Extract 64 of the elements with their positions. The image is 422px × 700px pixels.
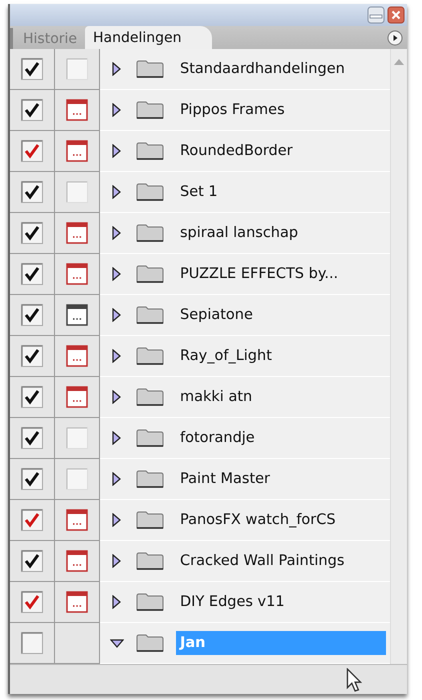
dialog-icon[interactable] [66, 550, 88, 572]
toggle-checkbox[interactable] [21, 386, 43, 408]
action-set-name[interactable]: Ray_of_Light [176, 344, 276, 368]
toggle-checkbox[interactable] [21, 427, 43, 450]
dialog-toggle-box[interactable] [66, 468, 88, 490]
toggle-checkbox[interactable] [21, 345, 43, 368]
dialog-icon[interactable] [66, 222, 88, 244]
action-set-name[interactable]: PUZZLE EFFECTS by... [176, 262, 342, 286]
dialog-icon[interactable] [66, 304, 88, 326]
toggle-checkbox[interactable] [21, 468, 43, 490]
action-set-name[interactable]: RoundedBorder [176, 139, 297, 164]
dialog-icon[interactable] [66, 140, 88, 162]
toggle-checkbox[interactable] [21, 140, 43, 162]
folder-icon [136, 387, 164, 408]
folder-icon [136, 223, 164, 244]
toggle-checkbox[interactable] [21, 222, 43, 244]
folder-icon [136, 59, 164, 80]
action-set-name[interactable]: PanosFX watch_forCS [176, 508, 340, 532]
dialog-icon[interactable] [66, 386, 88, 408]
toggle-checkbox[interactable] [21, 58, 43, 80]
folder-icon [136, 305, 164, 326]
panel-tab[interactable]: Handelingen [85, 26, 212, 50]
action-set-name[interactable]: Set 1 [176, 180, 222, 204]
action-set-name[interactable]: Cracked Wall Paintings [176, 549, 348, 574]
action-set-name[interactable]: spiraal lanschap [176, 221, 302, 246]
toggle-checkbox[interactable] [21, 99, 43, 122]
action-set-name[interactable]: Pippos Frames [176, 98, 289, 122]
folder-icon [136, 182, 164, 202]
dialog-icon[interactable] [66, 509, 88, 532]
dialog-icon[interactable] [66, 591, 88, 614]
toggle-checkbox[interactable] [21, 550, 43, 572]
folder-icon [136, 633, 164, 654]
action-set-name[interactable]: Standaardhandelingen [176, 57, 349, 82]
panel-menu-icon[interactable] [387, 30, 403, 46]
minimize-icon[interactable] [367, 6, 385, 24]
dialog-icon[interactable] [66, 99, 88, 122]
action-set-name[interactable]: Paint Master [176, 467, 274, 492]
toggle-checkbox[interactable] [21, 181, 43, 204]
dialog-toggle-box[interactable] [66, 427, 88, 450]
folder-icon [136, 592, 164, 612]
scrollbar[interactable] [390, 49, 407, 664]
folder-icon [136, 346, 164, 366]
dialog-toggle-box[interactable] [66, 58, 88, 80]
toggle-checkbox[interactable] [21, 304, 43, 326]
dialog-icon[interactable] [66, 263, 88, 286]
toggle-checkbox[interactable] [21, 591, 43, 614]
toggle-checkbox[interactable] [21, 263, 43, 286]
action-set-name[interactable]: fotorandje [176, 426, 259, 450]
folder-icon [136, 428, 164, 448]
toggle-checkbox[interactable] [21, 632, 43, 654]
action-set-name[interactable]: Sepiatone [176, 303, 257, 328]
folder-icon [136, 510, 164, 530]
action-set-name[interactable]: DIY Edges v11 [176, 590, 289, 614]
folder-icon [136, 141, 164, 162]
dialog-toggle-box[interactable] [66, 181, 88, 204]
mouse-pointer-icon [346, 668, 362, 692]
close-icon[interactable] [387, 6, 405, 24]
toggle-checkbox[interactable] [21, 509, 43, 532]
folder-icon [136, 100, 164, 120]
folder-icon [136, 469, 164, 490]
action-set-name[interactable]: makki atn [176, 385, 256, 410]
dialog-icon[interactable] [66, 345, 88, 368]
folder-icon [136, 551, 164, 572]
folder-icon [136, 264, 164, 284]
